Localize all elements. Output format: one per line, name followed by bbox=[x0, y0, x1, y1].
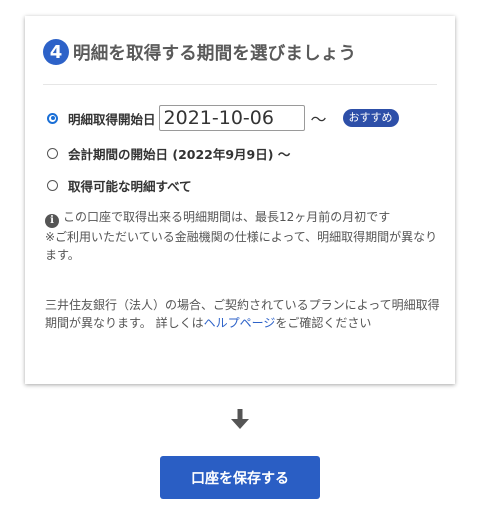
step-header: 4 明細を取得する期間を選びましょう bbox=[43, 38, 356, 66]
option-label-all-available: 取得可能な明細すべて bbox=[68, 179, 192, 194]
option-label-fiscal-period-start: 会計期間の開始日 (2022年9月9日) ～ bbox=[68, 147, 291, 162]
option-statement-start-date[interactable]: 明細取得開始日 ～ おすすめ bbox=[47, 105, 399, 131]
arrow-down-icon bbox=[231, 409, 249, 429]
bank-note: 三井住友銀行（法人）の場合、ご契約されているプランによって明細取得期間が異なりま… bbox=[45, 296, 445, 332]
radio-fiscal-period-start[interactable] bbox=[47, 148, 58, 159]
step-title: 明細を取得する期間を選びましょう bbox=[73, 43, 357, 64]
period-info-note: i この口座で取得出来る明細期間は、最長12ヶ月前の月初です ※ご利用いただいてい… bbox=[45, 208, 445, 264]
option-fiscal-period-start[interactable]: 会計期間の開始日 (2022年9月9日) ～ bbox=[47, 144, 290, 163]
divider bbox=[43, 84, 437, 85]
option-all-available[interactable]: 取得可能な明細すべて bbox=[47, 176, 192, 195]
period-selection-card: 4 明細を取得する期間を選びましょう 明細取得開始日 ～ おすすめ 会計期間の開… bbox=[25, 16, 455, 384]
option-label-statement-start-date: 明細取得開始日 bbox=[68, 111, 156, 127]
step-number-badge: 4 bbox=[43, 39, 69, 65]
info-note-line1: この口座で取得出来る明細期間は、最長12ヶ月前の月初です bbox=[63, 210, 391, 224]
info-note-line2: ※ご利用いただいている金融機関の仕様によって、明細取得期間が異なります。 bbox=[45, 230, 438, 262]
radio-all-available[interactable] bbox=[47, 180, 58, 191]
radio-statement-start-date[interactable] bbox=[47, 112, 58, 124]
info-icon: i bbox=[45, 214, 59, 228]
start-date-input[interactable] bbox=[158, 105, 305, 131]
recommended-badge: おすすめ bbox=[342, 109, 399, 127]
range-tilde: ～ bbox=[310, 110, 327, 129]
save-account-button[interactable]: 口座を保存する bbox=[160, 456, 320, 499]
bank-note-suffix: をご確認ください bbox=[275, 316, 372, 330]
help-page-link[interactable]: ヘルプページ bbox=[204, 316, 276, 330]
